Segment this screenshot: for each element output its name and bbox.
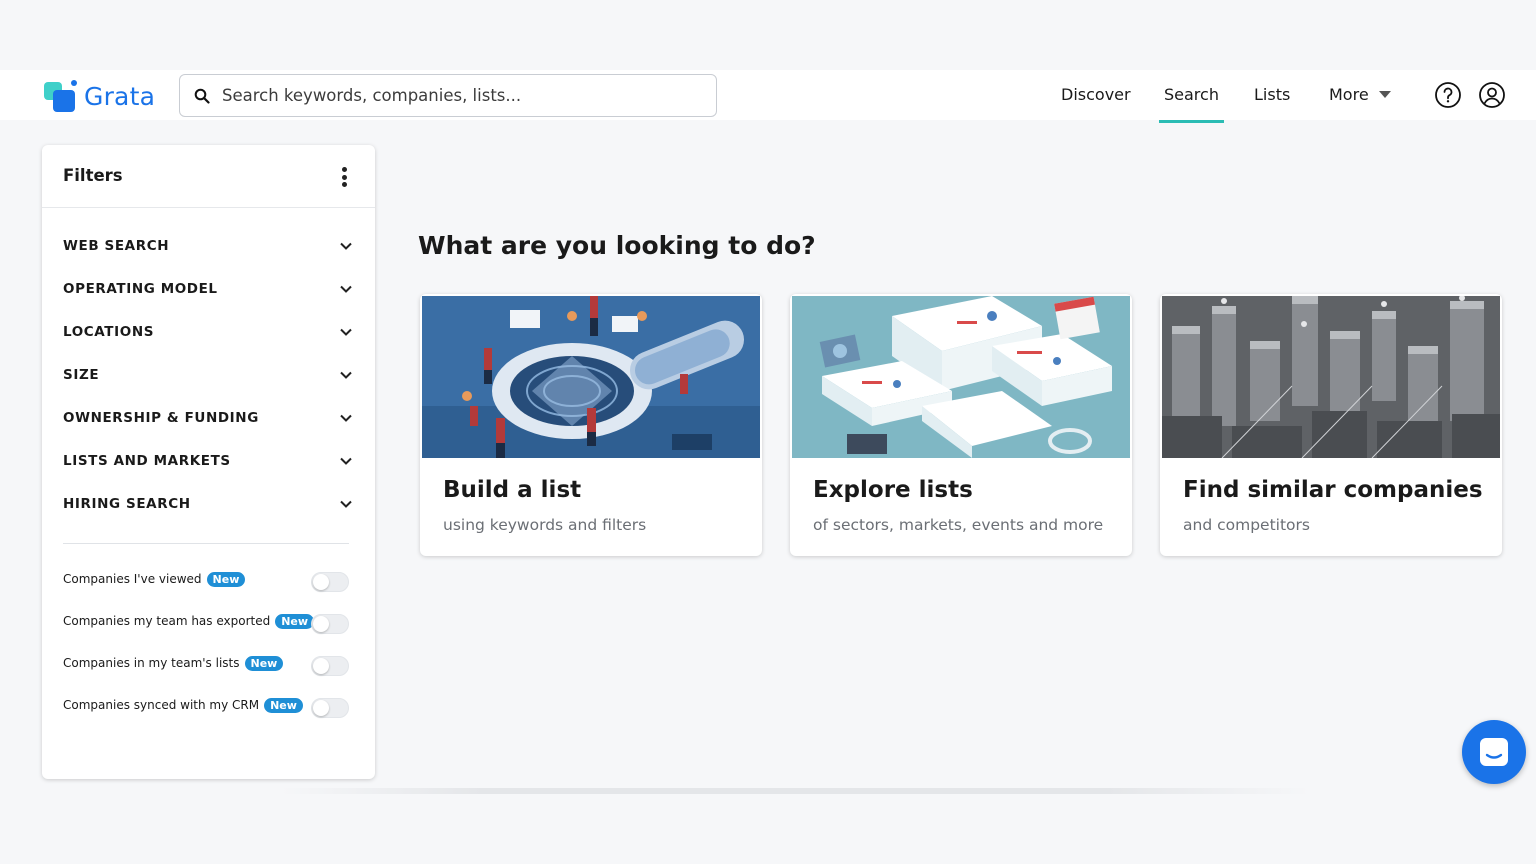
nav-lists[interactable]: Lists <box>1254 70 1290 120</box>
toggle-row-crm: Companies synced with my CRM New <box>63 696 349 718</box>
nav-discover[interactable]: Discover <box>1061 70 1131 120</box>
help-icon[interactable] <box>1434 81 1462 109</box>
chat-launcher-button[interactable] <box>1462 720 1526 784</box>
nav-more-label: More <box>1329 85 1369 104</box>
new-badge: New <box>275 614 315 629</box>
account-icon[interactable] <box>1478 81 1506 109</box>
search-icon <box>194 88 210 104</box>
city-illustration <box>1162 296 1500 458</box>
filter-hiring-search[interactable]: HIRING SEARCH <box>63 493 353 517</box>
kebab-menu-icon[interactable] <box>338 167 350 189</box>
card-find-similar-companies[interactable]: Find similar companies and competitors <box>1160 294 1502 556</box>
toggle-team-lists[interactable] <box>311 656 349 676</box>
logo-mark-icon <box>44 80 78 112</box>
search-box[interactable] <box>179 74 717 117</box>
filter-locations[interactable]: LOCATIONS <box>63 321 353 345</box>
toggle-row-viewed: Companies I've viewed New <box>63 570 349 592</box>
card-subtitle: and competitors <box>1183 516 1310 534</box>
filter-label: OWNERSHIP & FUNDING <box>63 410 259 426</box>
chevron-down-icon <box>340 457 352 465</box>
logo-text: Grata <box>84 81 156 111</box>
new-badge: New <box>206 572 246 587</box>
card-subtitle: of sectors, markets, events and more <box>813 516 1104 534</box>
filter-operating-model[interactable]: OPERATING MODEL <box>63 278 353 302</box>
toggle-row-exported: Companies my team has exported New <box>63 612 349 634</box>
chevron-down-icon <box>340 500 352 508</box>
filter-label: OPERATING MODEL <box>63 281 218 297</box>
toggle-label: Companies in my team's lists New <box>63 656 284 671</box>
nav-search[interactable]: Search <box>1159 70 1224 123</box>
caret-down-icon <box>1378 91 1391 98</box>
toggle-companies-viewed[interactable] <box>311 572 349 592</box>
nav-more[interactable]: More <box>1329 70 1391 120</box>
toggle-row-team-lists: Companies in my team's lists New <box>63 654 349 676</box>
filters-title: Filters <box>63 166 123 185</box>
grata-logo[interactable]: Grata <box>44 80 155 112</box>
filter-label: LISTS AND MARKETS <box>63 453 231 469</box>
card-title: Explore lists <box>813 477 973 503</box>
filter-size[interactable]: SIZE <box>63 364 353 388</box>
toggle-synced-crm[interactable] <box>311 698 349 718</box>
filter-ownership-funding[interactable]: OWNERSHIP & FUNDING <box>63 407 353 431</box>
toggle-label: Companies my team has exported New <box>63 614 315 629</box>
chevron-down-icon <box>340 414 352 422</box>
card-build-a-list[interactable]: Build a list using keywords and filters <box>420 294 762 556</box>
chevron-down-icon <box>340 285 352 293</box>
chat-icon <box>1480 738 1508 766</box>
card-subtitle: using keywords and filters <box>443 516 647 534</box>
search-input[interactable] <box>222 86 702 105</box>
card-explore-lists[interactable]: Explore lists of sectors, markets, event… <box>790 294 1132 556</box>
build-list-illustration <box>422 296 760 458</box>
card-title: Find similar companies <box>1183 477 1483 503</box>
toggle-label: Companies synced with my CRM New <box>63 698 303 713</box>
filters-panel: Filters WEB SEARCH OPERATING MODEL LOCAT… <box>42 145 375 779</box>
new-badge: New <box>244 656 284 671</box>
chevron-down-icon <box>340 242 352 250</box>
card-title: Build a list <box>443 477 582 503</box>
filter-label: LOCATIONS <box>63 324 155 340</box>
filter-web-search[interactable]: WEB SEARCH <box>63 235 353 259</box>
explore-lists-illustration <box>792 296 1130 458</box>
top-navigation-bar: Grata Discover Search Lists More <box>0 70 1536 123</box>
content-shadow <box>280 788 1310 794</box>
filter-label: HIRING SEARCH <box>63 496 191 512</box>
new-badge: New <box>264 698 303 713</box>
chevron-down-icon <box>340 328 352 336</box>
filter-label: WEB SEARCH <box>63 238 170 254</box>
toggle-label: Companies I've viewed New <box>63 572 246 587</box>
divider <box>63 543 349 544</box>
chevron-down-icon <box>340 371 352 379</box>
page-heading: What are you looking to do? <box>418 231 816 260</box>
filter-label: SIZE <box>63 367 100 383</box>
toggle-team-exported[interactable] <box>311 614 349 634</box>
filters-header: Filters <box>42 145 375 208</box>
filter-lists-and-markets[interactable]: LISTS AND MARKETS <box>63 450 353 474</box>
